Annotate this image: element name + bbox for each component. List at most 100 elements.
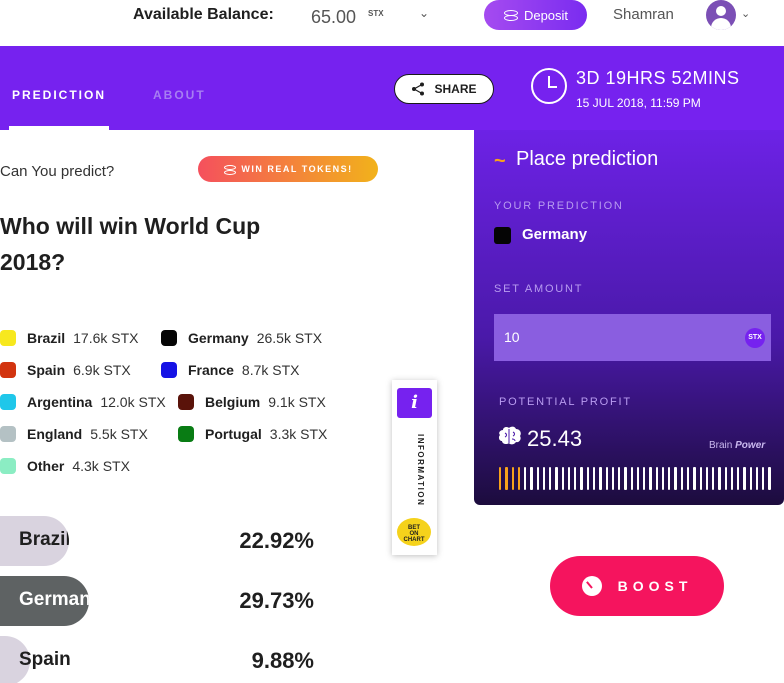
team-bar-row: Germany 29.73% bbox=[0, 576, 330, 626]
legend-stake-value: 26.5k STX bbox=[256, 330, 323, 346]
prediction-team: Germany bbox=[522, 226, 588, 243]
meter-tick bbox=[712, 467, 715, 490]
meter-tick bbox=[511, 467, 514, 490]
profit-meter[interactable] bbox=[499, 467, 771, 490]
meter-tick bbox=[517, 467, 521, 490]
meter-tick bbox=[636, 467, 640, 490]
deadline: 15 JUL 2018, 11:59 PM bbox=[576, 96, 701, 110]
top-bar: Available Balance: 65.00 STX ⌄ Deposit S… bbox=[0, 0, 784, 46]
legend-stake-value: 4.3k STX bbox=[72, 458, 130, 474]
legend-team-name: Spain bbox=[27, 362, 66, 378]
legend-swatch bbox=[0, 426, 16, 442]
clock-icon bbox=[531, 68, 567, 104]
meter-tick bbox=[605, 467, 608, 490]
legend-item: Portugal 3.3k STX bbox=[178, 424, 327, 444]
avatar[interactable] bbox=[706, 0, 736, 30]
meter-tick bbox=[718, 467, 721, 490]
team-bar-row: 9.88% Spain bbox=[0, 636, 330, 683]
legend-team-name: Belgium bbox=[205, 394, 261, 410]
team-bar-label: Brazil bbox=[19, 529, 69, 550]
win-tokens-badge[interactable]: WIN REAL TOKENS! bbox=[198, 156, 378, 182]
legend-item: Argentina 12.0k STX bbox=[0, 392, 166, 412]
set-amount-label: SET AMOUNT bbox=[494, 283, 584, 295]
legend-swatch bbox=[0, 394, 16, 410]
brainpower-brand: Brain Power bbox=[709, 440, 765, 451]
meter-tick bbox=[580, 467, 583, 490]
team-bar-row: Brazil 22.92% bbox=[0, 516, 330, 566]
legend-stake-value: 12.0k STX bbox=[100, 394, 166, 410]
meter-tick bbox=[555, 467, 558, 490]
information-tab[interactable]: i INFORMATION BET ON CHART bbox=[392, 380, 437, 555]
bet-on-chart-logo: BET ON CHART bbox=[397, 518, 431, 546]
legend-stake-value: 9.1k STX bbox=[268, 394, 326, 410]
meter-tick bbox=[630, 467, 633, 490]
boost-label: BOOST bbox=[617, 578, 693, 594]
balance-chevron-down-icon[interactable]: ⌄ bbox=[419, 6, 429, 20]
meter-tick bbox=[643, 467, 646, 490]
username[interactable]: Shamran bbox=[613, 6, 674, 23]
boost-button[interactable]: BOOST bbox=[550, 556, 724, 616]
meter-tick bbox=[542, 467, 546, 490]
meter-tick bbox=[618, 467, 621, 490]
team-bar-percent: 29.73% bbox=[239, 588, 314, 613]
legend-stake-value: 5.5k STX bbox=[90, 426, 148, 442]
stx-coin-icon: STX bbox=[745, 328, 765, 348]
meter-tick bbox=[549, 467, 552, 490]
info-icon[interactable]: i bbox=[397, 388, 432, 418]
place-prediction-panel: ~ Place prediction YOUR PREDICTION Germa… bbox=[474, 130, 784, 505]
legend-item: Spain 6.9k STX bbox=[0, 360, 131, 380]
meter-tick bbox=[661, 467, 665, 490]
share-button[interactable]: SHARE bbox=[394, 74, 494, 104]
account-chevron-down-icon[interactable]: ⌄ bbox=[741, 7, 750, 20]
meter-tick bbox=[655, 467, 658, 490]
prediction-color-swatch bbox=[494, 227, 511, 244]
tab-prediction[interactable]: PREDICTION bbox=[12, 88, 106, 102]
legend-team-name: Portugal bbox=[205, 426, 262, 442]
team-bar-fill: Germany bbox=[0, 576, 89, 626]
share-label: SHARE bbox=[434, 82, 477, 96]
legend-swatch bbox=[178, 426, 194, 442]
deposit-button[interactable]: Deposit bbox=[484, 0, 587, 30]
meter-tick bbox=[749, 467, 752, 490]
balance-value: 65.00 bbox=[311, 7, 357, 27]
meter-tick bbox=[586, 467, 589, 490]
panel-title: Place prediction bbox=[516, 148, 659, 170]
meter-tick bbox=[768, 467, 771, 490]
legend-item: England 5.5k STX bbox=[0, 424, 148, 444]
legend-stake-value: 6.9k STX bbox=[73, 362, 131, 378]
legend-team-name: France bbox=[188, 362, 234, 378]
legend-item: Belgium 9.1k STX bbox=[178, 392, 326, 412]
header: PREDICTION ABOUT SHARE 3D 19HRS 52MINS 1… bbox=[0, 46, 784, 130]
meter-tick bbox=[561, 467, 564, 490]
coins-icon bbox=[223, 163, 237, 175]
meter-tick bbox=[668, 467, 671, 490]
legend-stake-value: 8.7k STX bbox=[241, 362, 300, 378]
meter-tick bbox=[762, 467, 765, 490]
meter-tick bbox=[574, 467, 577, 490]
legend-stake-value: 17.6k STX bbox=[73, 330, 139, 346]
legend-item: Germany 26.5k STX bbox=[161, 328, 322, 348]
win-tokens-label: WIN REAL TOKENS! bbox=[241, 164, 353, 174]
legend-item: Brazil 17.6k STX bbox=[0, 328, 139, 348]
brand-part-a: Brain bbox=[709, 440, 733, 451]
amount-input[interactable] bbox=[494, 314, 771, 361]
legend-team-name: Brazil bbox=[27, 330, 66, 346]
page: Available Balance: 65.00 STX ⌄ Deposit S… bbox=[0, 0, 784, 683]
meter-tick bbox=[524, 467, 527, 490]
legend-team-name: Other bbox=[27, 458, 65, 474]
meter-tick bbox=[611, 467, 615, 490]
meter-tick bbox=[649, 467, 652, 490]
meter-tick bbox=[699, 467, 702, 490]
legend-item: Other 4.3k STX bbox=[0, 456, 130, 476]
meter-tick bbox=[705, 467, 709, 490]
team-bar-percent: 9.88% bbox=[251, 648, 314, 673]
tab-about[interactable]: ABOUT bbox=[153, 88, 206, 102]
logo-line: CHART bbox=[403, 537, 425, 543]
meter-tick bbox=[674, 467, 677, 490]
meter-tick bbox=[592, 467, 596, 490]
brand-part-b: Power bbox=[735, 440, 766, 451]
meter-tick bbox=[730, 467, 734, 490]
meter-tick bbox=[693, 467, 696, 490]
deposit-label: Deposit bbox=[523, 7, 569, 23]
meter-tick bbox=[505, 467, 508, 490]
